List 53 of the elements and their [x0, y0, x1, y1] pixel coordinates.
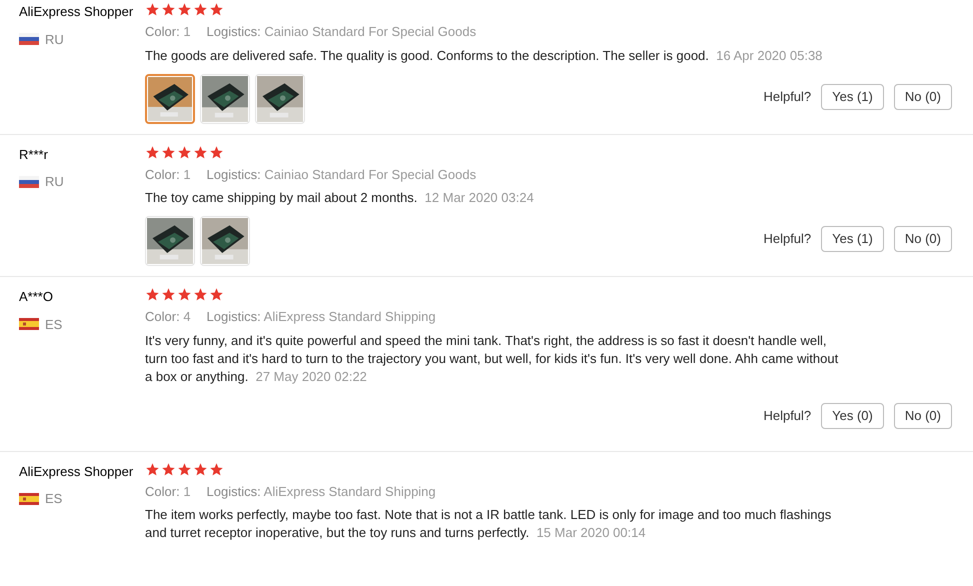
color-info: Color: 1	[145, 23, 191, 41]
logistics-info: Logistics: AliExpress Standard Shipping	[206, 482, 436, 501]
color-info: Color: 1	[145, 166, 191, 184]
yes-button[interactable]: Yes (1)	[821, 226, 884, 252]
reviewer-name: R***r	[19, 146, 49, 164]
logistics-info: Logistics: Cainiao Standard For Special Goods	[206, 166, 476, 184]
review-text: It's very funny, and it's quite powerful and speed the mini tank. That's right, the address is so fast it doesn't handle well, turn too fast and it's hard to turn to the trajectory you want, but well, for kids it's fun. It's very well done. Ahh came without a box or anything. 27 May 2020 02:22	[145, 332, 840, 386]
no-button[interactable]: No (0)	[894, 226, 952, 252]
review-text: The goods are delivered safe. The quality is good. Conforms to the description. The seller is good. 16 Apr 2020 05:38	[145, 46, 824, 64]
star-icon	[193, 462, 208, 476]
star-icon	[161, 144, 176, 160]
helpful-label: Helpful?	[763, 230, 812, 248]
star-icon	[161, 2, 176, 17]
logistics-info: Logistics: AliExpress Standard Shipping	[206, 308, 436, 326]
reviewer-name: AliExpress Shopper	[19, 462, 134, 481]
star-icon	[161, 287, 176, 302]
country-code: ES	[45, 316, 62, 334]
star-icon	[177, 2, 192, 17]
star-icon	[209, 144, 224, 160]
country-code: RU	[45, 30, 64, 48]
star-icon	[177, 462, 192, 476]
star-icon	[209, 2, 224, 17]
star-icon	[193, 287, 208, 302]
flag-icon	[19, 176, 39, 188]
country-code: ES	[45, 490, 62, 508]
yes-button[interactable]: Yes (0)	[821, 402, 884, 428]
flag-icon	[19, 318, 39, 330]
no-button[interactable]: No (0)	[894, 402, 952, 428]
color-info: Color: 4	[145, 308, 191, 326]
flag-icon	[19, 33, 39, 46]
star-icon	[177, 287, 192, 302]
country-code: RU	[45, 173, 64, 191]
star-icon	[145, 2, 160, 17]
helpful-label: Helpful?	[763, 88, 812, 106]
logistics-info: Logistics: Cainiao Standard For Special Goods	[206, 23, 476, 41]
yes-button[interactable]: Yes (1)	[821, 84, 884, 110]
star-icon	[193, 144, 208, 160]
helpful-label: Helpful?	[763, 406, 812, 425]
star-icon	[145, 287, 160, 302]
review-text: The item works perfectly, maybe too fast. Note that is not a IR battle tank. LED is only for image and too much flashings and turret receptor inoperative, but the toy runs and turns perfectly. 15 Mar 2020 00:14	[145, 506, 832, 542]
flag-icon	[19, 492, 39, 505]
no-button[interactable]: No (0)	[894, 84, 952, 110]
reviewer-name: A***O	[19, 288, 54, 306]
star-icon	[177, 144, 192, 160]
color-info: Color: 1	[145, 482, 191, 500]
review-text: The toy came shipping by mail about 2 months. 12 Mar 2020 03:24	[145, 189, 535, 207]
star-icon	[193, 2, 208, 17]
star-icon	[209, 287, 224, 302]
reviewer-name: AliExpress Shopper	[19, 3, 134, 21]
star-icon	[161, 462, 176, 476]
star-icon	[145, 144, 160, 160]
star-icon	[209, 462, 224, 476]
star-icon	[145, 462, 160, 476]
